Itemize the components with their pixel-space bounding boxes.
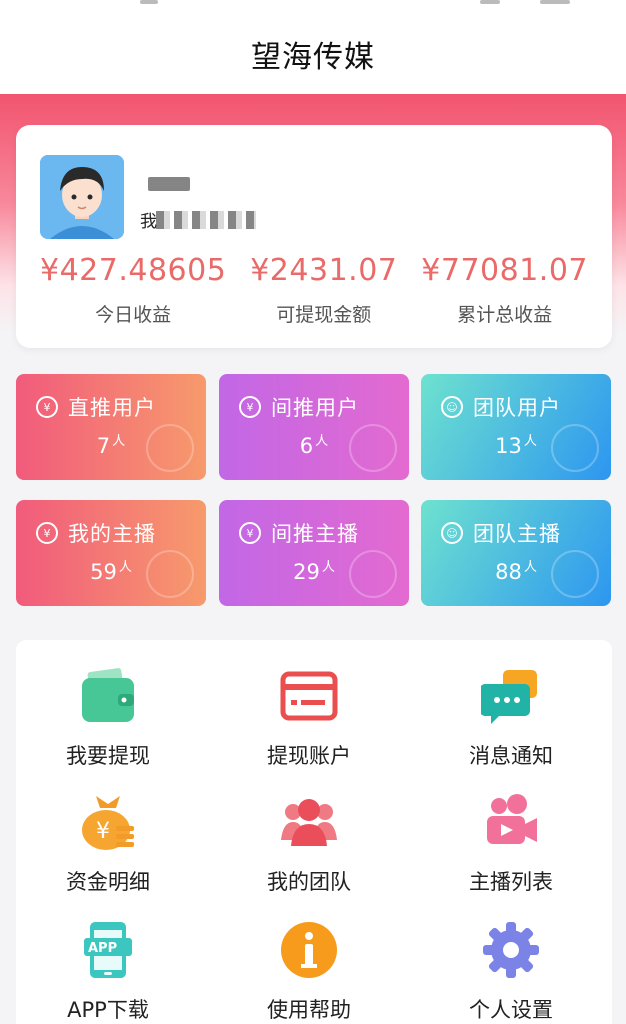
menu-label: 我的团队: [267, 870, 351, 894]
tile-team-users[interactable]: ☺ 团队用户 13 人: [421, 374, 611, 480]
menu-label: 主播列表: [469, 870, 553, 894]
tile-indirect-anchors[interactable]: ¥ 间推主播 29 人: [219, 500, 409, 606]
menu-label: 提现账户: [267, 744, 351, 768]
team-icon: ☺: [441, 396, 463, 418]
stat-label: 今日收益: [95, 304, 172, 326]
menu-anchor-list[interactable]: 主播列表: [411, 792, 611, 896]
menu-fund-details[interactable]: ¥ 资金明细: [8, 792, 208, 896]
team-icon: [551, 550, 599, 598]
yen-plus-icon: ¥: [239, 522, 261, 544]
tile-label: 间推主播: [271, 522, 359, 546]
menu-my-team[interactable]: 我的团队: [209, 792, 409, 896]
tile-label: 直推用户: [68, 396, 156, 420]
yen-plus-icon: ¥: [239, 396, 261, 418]
avatar[interactable]: [40, 155, 124, 239]
status-indicator: [480, 0, 500, 4]
tile-direct-users[interactable]: ¥ 直推用户 7人: [16, 374, 206, 480]
menu-label: 我要提现: [66, 744, 150, 768]
stat-value: ¥77081.07: [421, 253, 588, 288]
username-redacted: [148, 177, 190, 191]
team-icon: [551, 424, 599, 472]
gear-icon: [481, 920, 541, 980]
team-icon: ☺: [441, 522, 463, 544]
page-title: 望海传媒: [251, 40, 375, 75]
user-id-redacted: [156, 211, 256, 229]
tile-label: 间推用户: [271, 396, 359, 420]
tile-indirect-users[interactable]: ¥ 间推用户 6人: [219, 374, 409, 480]
stat-today-earnings[interactable]: ¥427.48605 今日收益: [40, 253, 226, 327]
stat-label: 累计总收益: [457, 304, 553, 326]
status-indicator: [140, 0, 158, 4]
stat-withdrawable[interactable]: ¥2431.07 可提现金额: [250, 253, 397, 327]
message-icon: [480, 666, 541, 726]
svg-text:APP: APP: [88, 941, 117, 956]
menu-label: 使用帮助: [267, 998, 351, 1022]
stat-value: ¥427.48605: [40, 253, 227, 288]
wallet-icon: [78, 666, 138, 726]
money-bag-icon: ¥: [36, 522, 58, 544]
menu-notifications[interactable]: 消息通知: [411, 666, 611, 770]
money-bag-icon: [146, 424, 194, 472]
yen-plus-icon: [349, 424, 397, 472]
menu-label: 个人设置: [469, 998, 553, 1022]
stat-label: 可提现金额: [276, 304, 372, 326]
tile-team-anchors[interactable]: ☺ 团队主播 88 人: [421, 500, 611, 606]
earnings-stats: ¥427.48605 今日收益 ¥2431.07 可提现金额 ¥77081.07…: [16, 253, 612, 327]
menu-grid: 我要提现 提现账户 消息通知 ¥ 资金明细 我的团队 主播列表 APP APP下…: [16, 640, 612, 1024]
user-id-prefix: 我: [140, 212, 157, 232]
tile-label: 团队主播: [473, 522, 561, 546]
money-bag-icon: ¥: [36, 396, 58, 418]
tile-my-anchors[interactable]: ¥ 我的主播 59 人: [16, 500, 206, 606]
menu-label: 消息通知: [469, 744, 553, 768]
menu-app-download[interactable]: APP APP下载: [8, 920, 208, 1024]
menu-label: APP下载: [67, 998, 149, 1022]
tile-label: 团队用户: [473, 396, 561, 420]
status-bar: [0, 0, 626, 14]
stat-total-earnings[interactable]: ¥77081.07 累计总收益: [421, 253, 588, 327]
money-bag-icon: [146, 550, 194, 598]
card-icon: [279, 666, 339, 726]
group-icon: [279, 792, 339, 852]
video-icon: [481, 792, 541, 852]
app-header: 望海传媒: [0, 14, 626, 94]
status-indicator: [540, 0, 570, 4]
menu-withdraw-account[interactable]: 提现账户: [209, 666, 409, 770]
profile-card: 我 ¥427.48605 今日收益 ¥2431.07 可提现金额 ¥77081.…: [16, 125, 612, 348]
menu-withdraw[interactable]: 我要提现: [8, 666, 208, 770]
tile-label: 我的主播: [68, 522, 156, 546]
menu-help[interactable]: 使用帮助: [209, 920, 409, 1024]
stat-value: ¥2431.07: [250, 253, 398, 288]
app-download-icon: APP: [78, 920, 138, 980]
yen-bag-icon: ¥: [78, 792, 138, 852]
svg-text:¥: ¥: [96, 819, 110, 844]
info-icon: [279, 920, 339, 980]
menu-label: 资金明细: [66, 870, 150, 894]
menu-settings[interactable]: 个人设置: [411, 920, 611, 1024]
yen-plus-icon: [349, 550, 397, 598]
